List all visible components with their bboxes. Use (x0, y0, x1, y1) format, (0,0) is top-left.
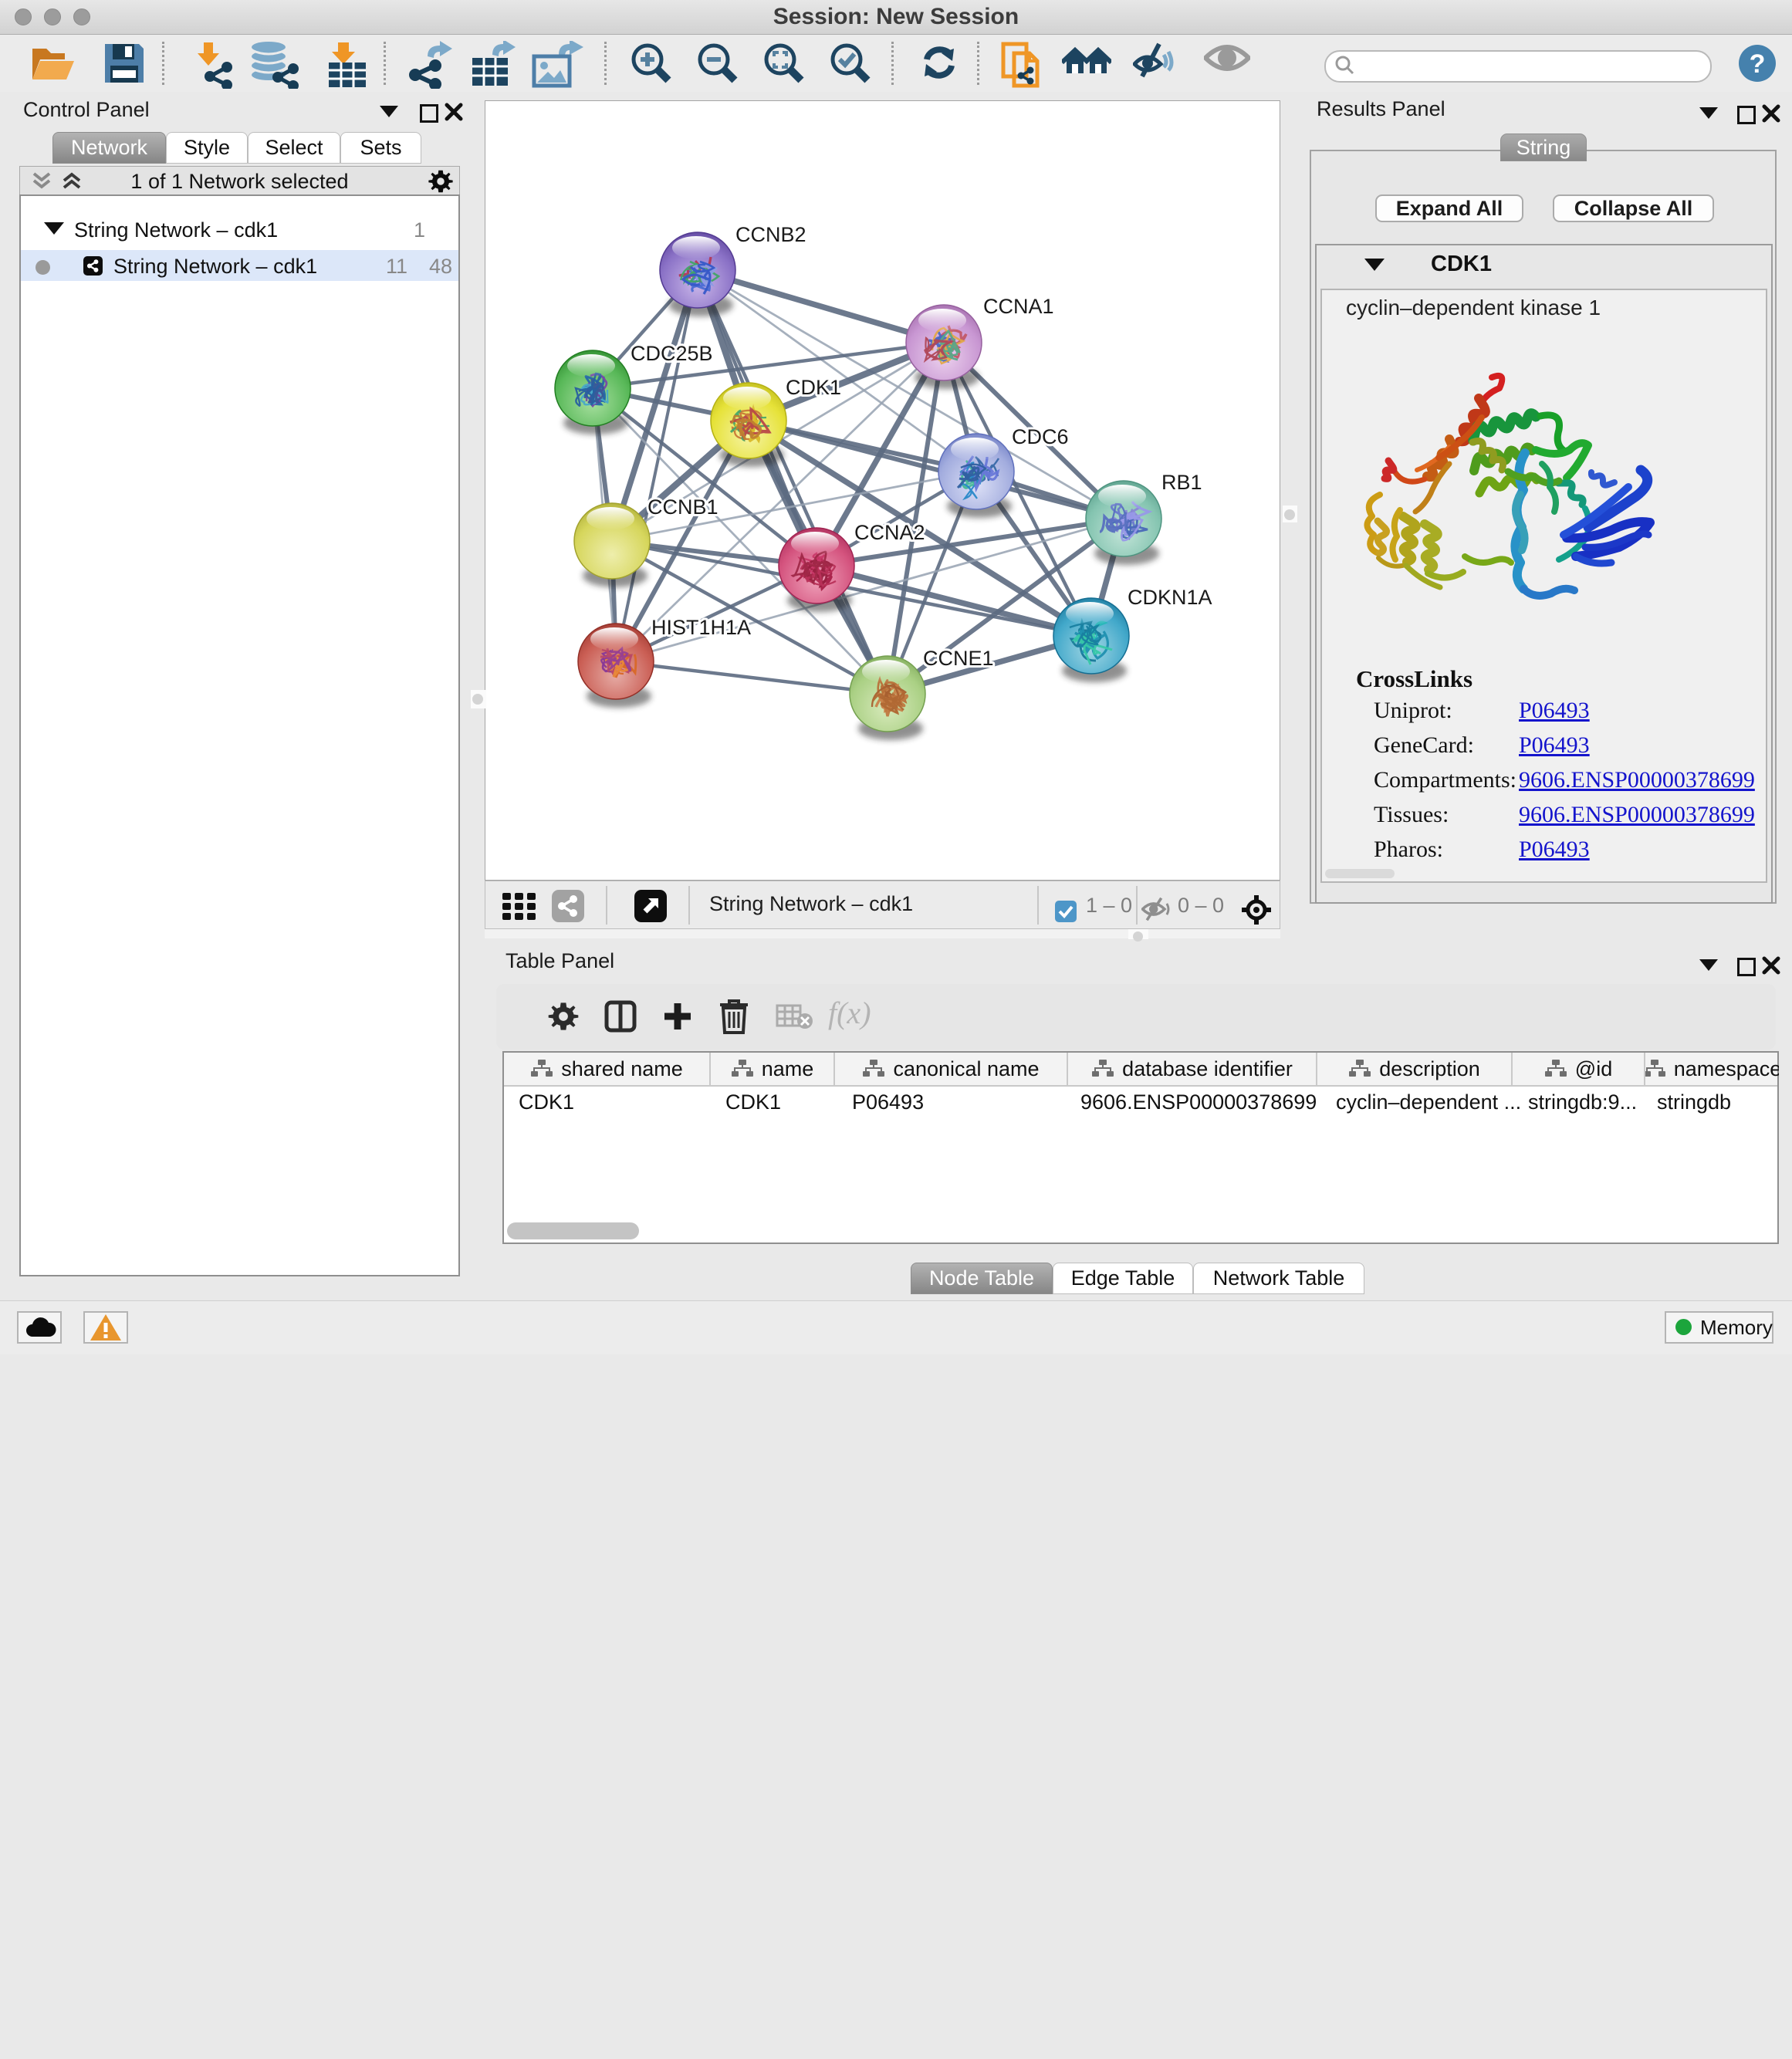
svg-text:RB1: RB1 (1161, 471, 1202, 494)
svg-text:HIST1H1A: HIST1H1A (651, 616, 751, 639)
svg-text:CCNE1: CCNE1 (923, 647, 994, 670)
svg-text:CCNA1: CCNA1 (983, 295, 1054, 318)
svg-text:CCNB2: CCNB2 (735, 223, 806, 246)
svg-text:CDC6: CDC6 (1012, 425, 1069, 448)
svg-text:CCNB1: CCNB1 (647, 495, 718, 519)
svg-text:CDK1: CDK1 (786, 376, 841, 399)
svg-text:CDC25B: CDC25B (631, 342, 713, 365)
svg-text:?: ? (1750, 49, 1766, 79)
svg-text:CDKN1A: CDKN1A (1128, 586, 1212, 609)
svg-text:CCNA2: CCNA2 (854, 521, 925, 544)
